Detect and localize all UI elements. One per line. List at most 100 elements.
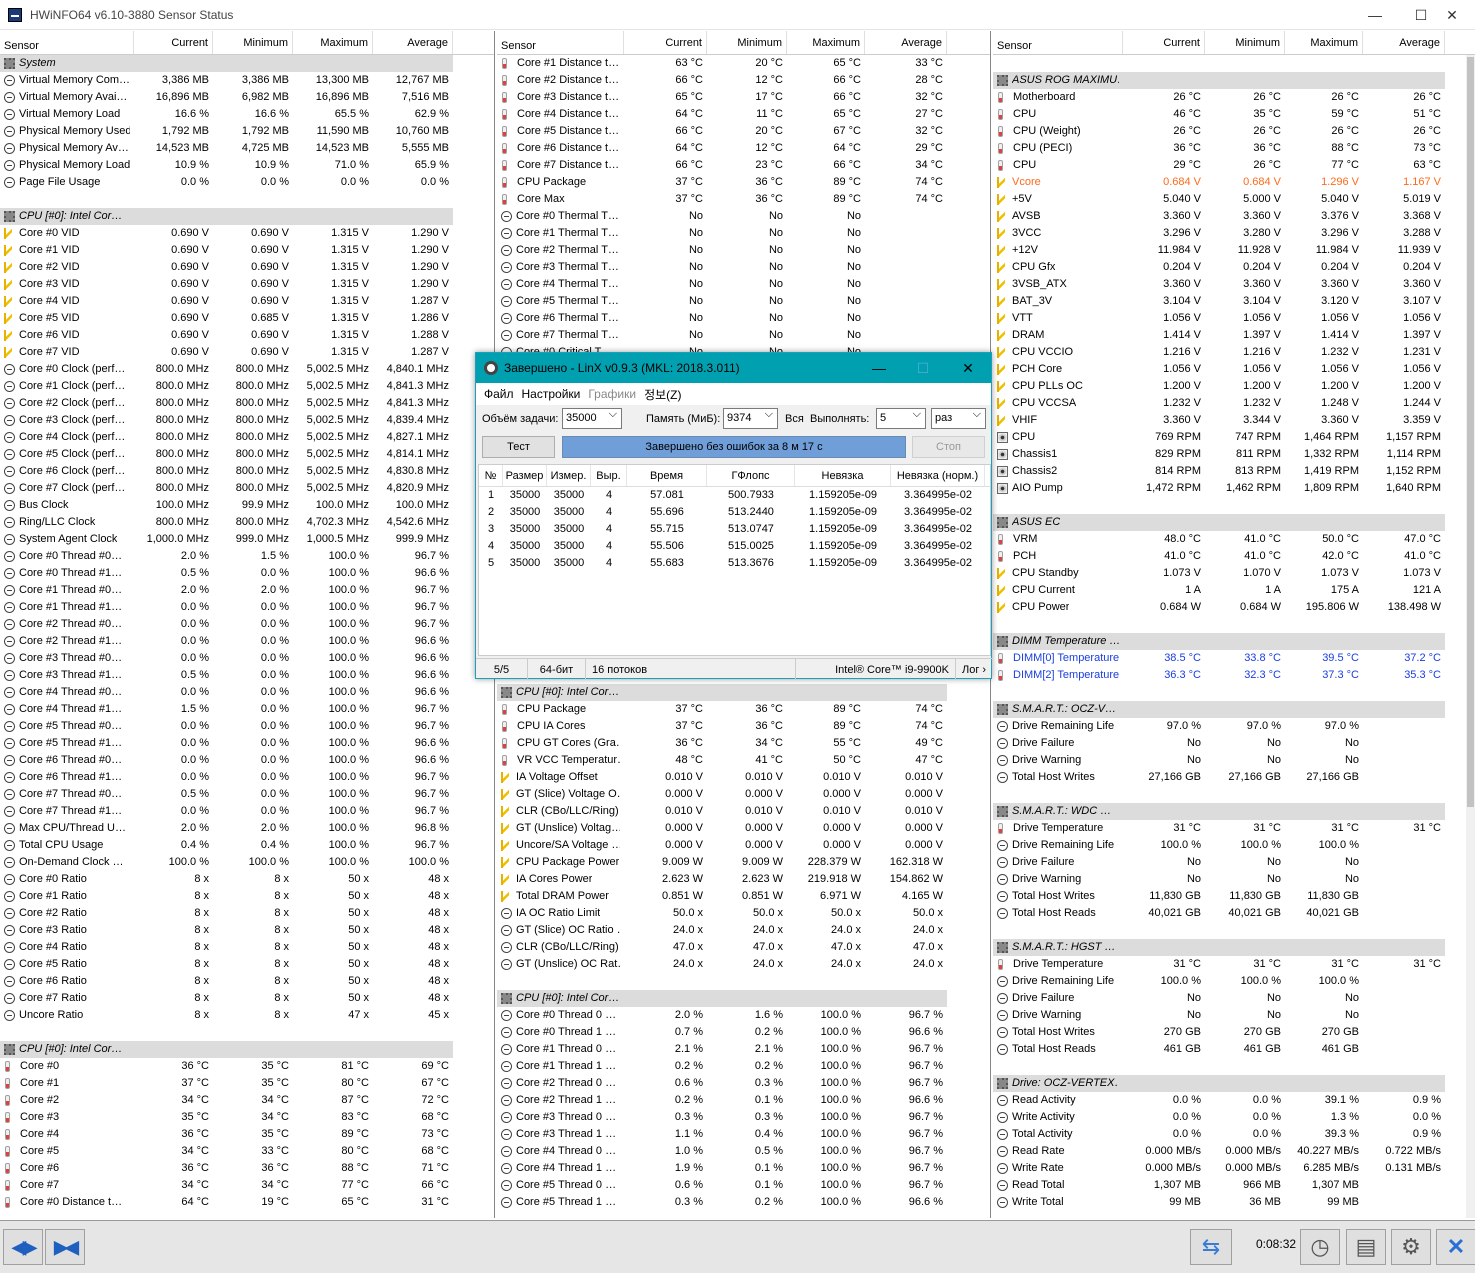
sensor-group-header[interactable]: System xyxy=(0,55,494,72)
sensor-row[interactable]: Core #5 Thread 0 … 0.6 % 0.1 % 100.0 % 96.7 … xyxy=(497,1177,990,1194)
run-unit-select[interactable]: раз xyxy=(931,408,986,429)
sensor-row[interactable]: CPU 29 °C 26 °C 77 °C 63 °C xyxy=(993,157,1475,174)
minimize-button[interactable]: — xyxy=(1352,0,1398,30)
sensor-row[interactable]: Core #3 Thread #1… 0.5 % 0.0 % 100.0 % 96.6 … xyxy=(0,667,494,684)
sensor-row[interactable]: Drive Warning No No No xyxy=(993,1007,1475,1024)
sensor-row[interactable]: PCH 41.0 °C 41.0 °C 42.0 °C 41.0 °C xyxy=(993,548,1475,565)
sensor-row[interactable]: Vcore 0.684 V 0.684 V 1.296 V 1.167 V xyxy=(993,174,1475,191)
sensor-row[interactable]: Total DRAM Power 0.851 W 0.851 W 6.971 W 4.1… xyxy=(497,888,990,905)
all-memory-label[interactable]: Вся xyxy=(785,413,804,425)
sensor-row[interactable]: Core #2 Thread 1 … 0.2 % 0.1 % 100.0 % 96.6 … xyxy=(497,1092,990,1109)
sensor-row[interactable]: CPU Gfx 0.204 V 0.204 V 0.204 V 0.204 V xyxy=(993,259,1475,276)
sensor-row[interactable]: Core #7 VID 0.690 V 0.690 V 1.315 V 1.287 V xyxy=(0,344,494,361)
sensor-row[interactable]: Core #2 34 °C 34 °C 87 °C 72 °C xyxy=(0,1092,494,1109)
sensor-row[interactable]: Core #2 Clock (perf… 800.0 MHz 800.0 MHz 5,… xyxy=(0,395,494,412)
sensor-group-header[interactable]: CPU [#0]: Intel Cor… xyxy=(497,990,990,1007)
sensor-row[interactable]: Core #2 Thread 0 … 0.6 % 0.3 % 100.0 % 96.7 … xyxy=(497,1075,990,1092)
sensor-row[interactable]: Core #3 Thread #0… 0.0 % 0.0 % 100.0 % 96.6 … xyxy=(0,650,494,667)
sensor-row[interactable]: Core #6 Thread #0… 0.0 % 0.0 % 100.0 % 96.6 … xyxy=(0,752,494,769)
report-button[interactable]: ▤ xyxy=(1346,1229,1386,1265)
sensor-row[interactable]: On-Demand Clock … 100.0 % 100.0 % 100.0 % 10… xyxy=(0,854,494,871)
sensor-row[interactable]: Core #0 Thread 0 … 2.0 % 1.6 % 100.0 % 96.7 … xyxy=(497,1007,990,1024)
task-size-select[interactable]: 35000 xyxy=(562,408,622,429)
sensor-group-header[interactable]: CPU [#0]: Intel Cor… xyxy=(0,1041,494,1058)
sensor-row[interactable]: Core #0 Thermal T… No No No xyxy=(497,208,990,225)
sensor-row[interactable]: GT (Unslice) Voltag… 0.000 V 0.000 V 0.000 … xyxy=(497,820,990,837)
sensor-row[interactable]: CPU Current 1 A1 A 175 A 121 A xyxy=(993,582,1475,599)
sensor-row[interactable]: Core #4 Clock (perf… 800.0 MHz 800.0 MHz 5,… xyxy=(0,429,494,446)
sensor-row[interactable]: VTT 1.056 V 1.056 V 1.056 V 1.056 V xyxy=(993,310,1475,327)
sensor-row[interactable]: Core #2 Thread #1… 0.0 % 0.0 % 100.0 % 96.6 … xyxy=(0,633,494,650)
scrollbar-thumb[interactable] xyxy=(1467,57,1474,807)
sensor-group-header[interactable]: ASUS EC xyxy=(993,514,1475,531)
close-sensors-button[interactable]: ✕ xyxy=(1436,1229,1475,1265)
sensor-row[interactable]: Core #4 Thermal T… No No No xyxy=(497,276,990,293)
sensor-row[interactable]: CPU VCCSA 1.232 V 1.232 V 1.248 V 1.244 V xyxy=(993,395,1475,412)
sensor-row[interactable]: Core #2 Ratio 8 x8 x 50 x 48 x xyxy=(0,905,494,922)
sensor-row[interactable]: Core #2 VID 0.690 V 0.690 V 1.315 V 1.290 V xyxy=(0,259,494,276)
result-row[interactable]: 3 35000 35000 4 55.715 513.0747 1.159205e-09 3.… xyxy=(479,521,990,538)
sensor-row[interactable]: Core #7 Thread #1… 0.0 % 0.0 % 100.0 % 96.7 … xyxy=(0,803,494,820)
network-button[interactable]: ⇆ xyxy=(1190,1229,1232,1265)
sensor-row[interactable]: CPU Package 37 °C 36 °C 89 °C 74 °C xyxy=(497,174,990,191)
col-current[interactable]: Current xyxy=(134,31,213,54)
sensor-group-header[interactable]: CPU [#0]: Intel Cor… xyxy=(497,684,990,701)
sensor-row[interactable]: Core #0 VID 0.690 V 0.690 V 1.315 V 1.290 V xyxy=(0,225,494,242)
sensor-row[interactable]: Drive Warning No No No xyxy=(993,871,1475,888)
menu-info[interactable]: 정보(Z) xyxy=(644,386,681,403)
col-gflops[interactable]: ГФлопс xyxy=(707,465,795,486)
sensor-row[interactable]: VR VCC Temperatur… 48 °C 41 °C 50 °C 47 °C xyxy=(497,752,990,769)
sensor-row[interactable]: CPU Standby 1.073 V 1.070 V 1.073 V 1.073 V xyxy=(993,565,1475,582)
sensor-row[interactable]: CPU Package Power 9.009 W 9.009 W 228.379 W… xyxy=(497,854,990,871)
sensor-row[interactable]: Core #3 Thermal T… No No No xyxy=(497,259,990,276)
sensor-row[interactable]: Virtual Memory Load 16.6 % 16.6 % 65.5 % 62.… xyxy=(0,106,494,123)
sensor-row[interactable]: Core #6 VID 0.690 V 0.690 V 1.315 V 1.288 V xyxy=(0,327,494,344)
sensor-row[interactable]: CLR (CBo/LLC/Ring)… 47.0 x 47.0 x 47.0 x 47.… xyxy=(497,939,990,956)
sensor-row[interactable]: Drive Warning No No No xyxy=(993,752,1475,769)
col-alignment[interactable]: Выр. xyxy=(591,465,627,486)
sensor-row[interactable]: Core #6 Clock (perf… 800.0 MHz 800.0 MHz 5,… xyxy=(0,463,494,480)
sensor-row[interactable]: Total CPU Usage 0.4 % 0.4 % 100.0 % 96.7 % xyxy=(0,837,494,854)
sensor-row[interactable]: Bus Clock 100.0 MHz 99.9 MHz 100.0 MHz 100.0… xyxy=(0,497,494,514)
sensor-row[interactable]: Core #1 Distance t… 63 °C 20 °C 65 °C 33 °C xyxy=(497,55,990,72)
sensor-row[interactable]: Core #7 Distance t… 66 °C 23 °C 66 °C 34 °C xyxy=(497,157,990,174)
sensor-row[interactable]: Drive Failure No No No xyxy=(993,735,1475,752)
col-maximum[interactable]: Maximum xyxy=(293,31,373,54)
sensor-row[interactable]: Core #5 Ratio 8 x8 x 50 x 48 x xyxy=(0,956,494,973)
sensor-row[interactable]: Core #6 Distance t… 64 °C 12 °C 64 °C 29 °C xyxy=(497,140,990,157)
sensor-row[interactable]: Core #1 Thread #0… 2.0 % 2.0 % 100.0 % 96.7 … xyxy=(0,582,494,599)
sensor-row[interactable]: GT (Slice) OC Ratio … 24.0 x 24.0 x 24.0 x2… xyxy=(497,922,990,939)
sensor-row[interactable]: Core #2 Distance t… 66 °C 12 °C 66 °C 28 °C xyxy=(497,72,990,89)
col-sensor[interactable]: Sensor xyxy=(0,31,134,54)
sensor-row[interactable]: Core Max 37 °C 36 °C 89 °C 74 °C xyxy=(497,191,990,208)
sensor-row[interactable]: Total Host Writes 27,166 GB 27,166 GB 27,16… xyxy=(993,769,1475,786)
sensor-row[interactable]: +12V 11.984 V 11.928 V 11.984 V 11.939 V xyxy=(993,242,1475,259)
sensor-row[interactable]: Write Total 99 MB 36 MB 99 MB xyxy=(993,1194,1475,1211)
sensor-row[interactable]: Core #0 Ratio 8 x8 x 50 x 48 x xyxy=(0,871,494,888)
sensor-row[interactable]: CPU (PECI) 36 °C 36 °C 88 °C 73 °C xyxy=(993,140,1475,157)
sensor-row[interactable]: Core #0 Thread #0… 2.0 % 1.5 % 100.0 % 96.7 … xyxy=(0,548,494,565)
linx-close-button[interactable]: ✕ xyxy=(945,353,991,383)
col-sensor[interactable]: Sensor xyxy=(497,31,624,54)
col-dimension[interactable]: Измер. xyxy=(547,465,591,486)
reset-timer-button[interactable]: ◷ xyxy=(1300,1229,1340,1265)
sensor-row[interactable]: Core #1 Thread 0 … 2.1 % 2.1 % 100.0 % 96.7 … xyxy=(497,1041,990,1058)
sensor-row[interactable]: Drive Temperature 31 °C 31 °C 31 °C 31 °C xyxy=(993,820,1475,837)
memory-select[interactable]: 9374 xyxy=(723,408,778,429)
sensor-row[interactable]: Read Activity 0.0 % 0.0 % 39.1 % 0.9 % xyxy=(993,1092,1475,1109)
sensor-row[interactable]: CPU Package 37 °C 36 °C 89 °C 74 °C xyxy=(497,701,990,718)
sensor-row[interactable]: Core #5 Thread #0… 0.0 % 0.0 % 100.0 % 96.7 … xyxy=(0,718,494,735)
sensor-row[interactable]: Core #1 Thermal T… No No No xyxy=(497,225,990,242)
sensor-row[interactable]: Core #3 Thread 1 … 1.1 % 0.4 % 100.0 % 96.7 … xyxy=(497,1126,990,1143)
sensor-row[interactable]: CLR (CBo/LLC/Ring)… 0.010 V 0.010 V 0.010 V… xyxy=(497,803,990,820)
sensor-row[interactable]: Total Host Reads 461 GB 461 GB 461 GB xyxy=(993,1041,1475,1058)
col-current[interactable]: Current xyxy=(1123,31,1205,54)
sensor-row[interactable]: Total Activity 0.0 % 0.0 % 39.3 % 0.9 % xyxy=(993,1126,1475,1143)
sensor-row[interactable]: Core #6 36 °C 36 °C 88 °C 71 °C xyxy=(0,1160,494,1177)
navigate-back-button[interactable]: ◀▶ xyxy=(3,1229,43,1265)
sensor-row[interactable]: Max CPU/Thread U… 2.0 % 2.0 % 100.0 % 96.8 % xyxy=(0,820,494,837)
col-maximum[interactable]: Maximum xyxy=(787,31,865,54)
col-maximum[interactable]: Maximum xyxy=(1285,31,1363,54)
sensor-row[interactable]: Core #5 Thread 1 … 0.3 % 0.2 % 100.0 % 96.6 … xyxy=(497,1194,990,1211)
sensor-row[interactable]: PCH Core 1.056 V 1.056 V 1.056 V 1.056 V xyxy=(993,361,1475,378)
